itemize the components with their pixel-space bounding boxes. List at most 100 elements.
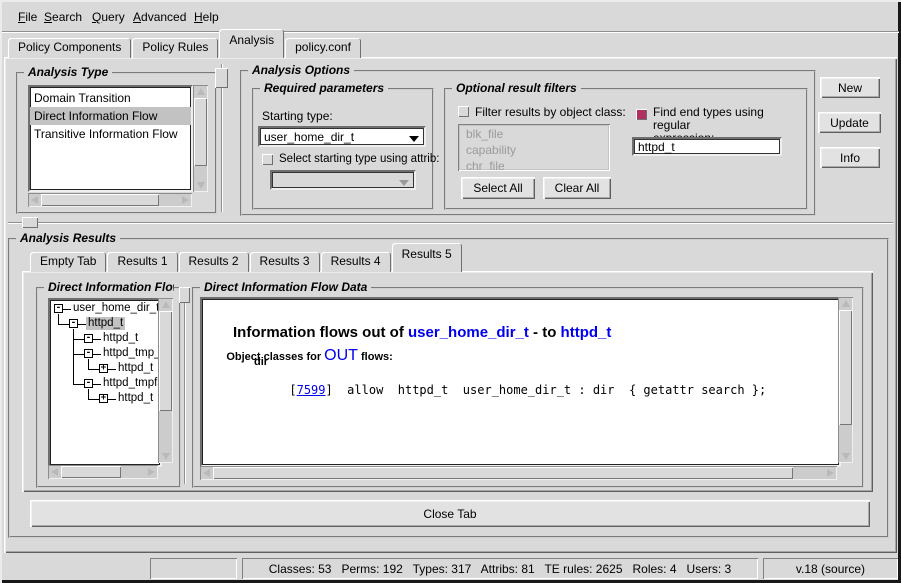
- scrollbar-thumb[interactable]: [194, 98, 207, 166]
- chevron-down-icon[interactable]: [409, 136, 419, 142]
- menu-help[interactable]: Help: [194, 10, 219, 24]
- results-sash-handle[interactable]: [22, 217, 38, 228]
- scroll-left-icon[interactable]: [200, 466, 213, 480]
- tree-connector: [88, 389, 89, 399]
- menu-query[interactable]: Query: [92, 10, 125, 24]
- scrollbar-thumb[interactable]: [213, 467, 793, 479]
- starting-type-label: Starting type:: [262, 109, 333, 123]
- scroll-up-icon[interactable]: [838, 297, 853, 310]
- select-all-button[interactable]: Select All: [461, 177, 535, 199]
- attrib-combobox-disabled: [270, 170, 416, 190]
- tree-data-sash-handle[interactable]: [179, 287, 190, 303]
- tree-hscrollbar[interactable]: [48, 465, 158, 479]
- results-tab-empty-tab[interactable]: Empty Tab: [30, 252, 106, 272]
- tree-expander-minus-icon[interactable]: -: [84, 334, 93, 343]
- analysis-options-title: Analysis Options: [248, 63, 354, 77]
- object-class-listbox: blk_filecapabilitychr_file: [458, 124, 610, 171]
- results-tab-results-5[interactable]: Results 5: [392, 243, 462, 272]
- flow-tree-canvas[interactable]: -user_home_dir_t-httpd_t-httpd_t-httpd_t…: [48, 298, 162, 467]
- tab-policy-rules[interactable]: Policy Rules: [132, 38, 218, 58]
- scroll-right-icon[interactable]: [145, 465, 158, 479]
- new-button[interactable]: New: [820, 77, 880, 98]
- apol-window: File Search Query Advanced Help Policy Compo…: [0, 0, 901, 583]
- results-tab-results-1[interactable]: Results 1: [107, 252, 177, 272]
- tab-analysis[interactable]: Analysis: [219, 29, 284, 58]
- clear-all-button[interactable]: Clear All: [543, 177, 611, 199]
- menu-search[interactable]: Search: [44, 10, 82, 24]
- policy-stats: Classes: 53 Perms: 192 Types: 317 Attrib…: [269, 562, 731, 576]
- status-version-box: v.18 (source): [763, 558, 898, 579]
- tree-node-httpd-t[interactable]: httpd_t: [101, 332, 140, 345]
- analysis-type-vscrollbar[interactable]: [193, 85, 208, 192]
- results-tab-bar: Empty TabResults 1Results 2Results 3Resu…: [30, 247, 463, 272]
- tree-node-httpd-t[interactable]: httpd_t: [86, 317, 125, 330]
- regex-input[interactable]: httpd_t: [632, 137, 782, 156]
- results-tab-results-4[interactable]: Results 4: [321, 252, 391, 272]
- analysis-type-listbox[interactable]: Domain TransitionDirect Information Flow…: [28, 85, 193, 192]
- data-hscrollbar[interactable]: [200, 466, 837, 480]
- close-tab-button[interactable]: Close Tab: [30, 500, 870, 527]
- analysis-type-hscrollbar[interactable]: [28, 193, 192, 207]
- analysis-type-option-transitive-information-flow[interactable]: Transitive Information Flow: [30, 125, 191, 143]
- results-tab-results-2[interactable]: Results 2: [179, 252, 249, 272]
- tree-expander-minus-icon[interactable]: -: [69, 319, 78, 328]
- scroll-left-icon[interactable]: [48, 465, 61, 479]
- scrollbar-thumb[interactable]: [41, 194, 159, 206]
- scroll-down-icon[interactable]: [838, 450, 853, 463]
- scroll-down-icon[interactable]: [158, 450, 173, 463]
- tree-node-user-home-dir-t[interactable]: user_home_dir_t: [71, 302, 161, 315]
- scrollbar-thumb[interactable]: [839, 310, 852, 425]
- results-tab-results-3[interactable]: Results 3: [250, 252, 320, 272]
- optional-filters-title: Optional result filters: [452, 81, 581, 95]
- tree-expander-plus-icon[interactable]: +: [99, 394, 108, 403]
- tree-node-httpd-t[interactable]: httpd_t: [116, 392, 155, 405]
- tree-expander-plus-icon[interactable]: +: [99, 364, 108, 373]
- tree-node-httpd-tmpfs-t[interactable]: httpd_tmpfs_t: [101, 377, 162, 390]
- tree-expander-minus-icon[interactable]: -: [84, 379, 93, 388]
- starting-type-combobox[interactable]: user_home_dir_t: [258, 126, 426, 147]
- menu-file[interactable]: File: [18, 10, 37, 24]
- analysis-type-option-domain-transition[interactable]: Domain Transition: [30, 89, 191, 107]
- scrollbar-thumb[interactable]: [61, 466, 121, 478]
- regex-checkbox-label-line1: Find end types using regular: [653, 105, 764, 132]
- menu-advanced[interactable]: Advanced: [133, 10, 186, 24]
- update-button[interactable]: Update: [818, 112, 881, 133]
- tree-expander-minus-icon[interactable]: -: [84, 349, 93, 358]
- scroll-left-icon[interactable]: [28, 193, 41, 207]
- required-parameters-title: Required parameters: [260, 81, 388, 95]
- regex-checkbox[interactable]: [636, 109, 647, 120]
- flow-end-type: httpd_t: [561, 324, 612, 341]
- tab-policy-components[interactable]: Policy Components: [8, 38, 131, 58]
- filter-by-class-checkbox[interactable]: [458, 106, 469, 117]
- tree-connector: [73, 329, 74, 384]
- rule-number-link[interactable]: 7599: [297, 383, 326, 397]
- results-pane-divider: [8, 222, 893, 224]
- status-progress-box: [150, 558, 237, 579]
- tree-connector: [78, 324, 86, 325]
- tree-connector: [88, 369, 99, 370]
- scrollbar-thumb[interactable]: [159, 311, 172, 411]
- scroll-up-icon[interactable]: [193, 85, 208, 98]
- attrib-checkbox[interactable]: [262, 154, 273, 165]
- flow-data-textarea[interactable]: Information flows out of user_home_dir_t…: [200, 297, 841, 467]
- chevron-down-icon: [399, 180, 409, 186]
- tree-connector: [73, 384, 84, 385]
- scroll-down-icon[interactable]: [193, 179, 208, 192]
- analysis-results-title: Analysis Results: [16, 231, 120, 245]
- tree-vscrollbar[interactable]: [158, 298, 173, 463]
- tree-expander-minus-icon[interactable]: -: [54, 304, 63, 313]
- object-class-option-capability: capability: [462, 142, 606, 158]
- scroll-right-icon[interactable]: [824, 466, 837, 480]
- analysis-type-option-direct-information-flow[interactable]: Direct Information Flow: [30, 107, 191, 125]
- tab-policy-conf[interactable]: policy.conf: [285, 38, 361, 58]
- tree-connector: [108, 399, 116, 400]
- pane-sash-handle[interactable]: [215, 68, 228, 88]
- rule-line: [7599] allow httpd_t user_home_dir_t : d…: [246, 369, 766, 411]
- tree-node-httpd-t[interactable]: httpd_t: [116, 362, 155, 375]
- data-vscrollbar[interactable]: [838, 297, 853, 463]
- info-button[interactable]: Info: [820, 147, 880, 168]
- scroll-right-icon[interactable]: [179, 193, 192, 207]
- scroll-up-icon[interactable]: [158, 298, 173, 311]
- object-class-option-chr-file: chr_file: [462, 158, 606, 171]
- tree-node-httpd-tmp-t[interactable]: httpd_tmp_t: [101, 347, 162, 360]
